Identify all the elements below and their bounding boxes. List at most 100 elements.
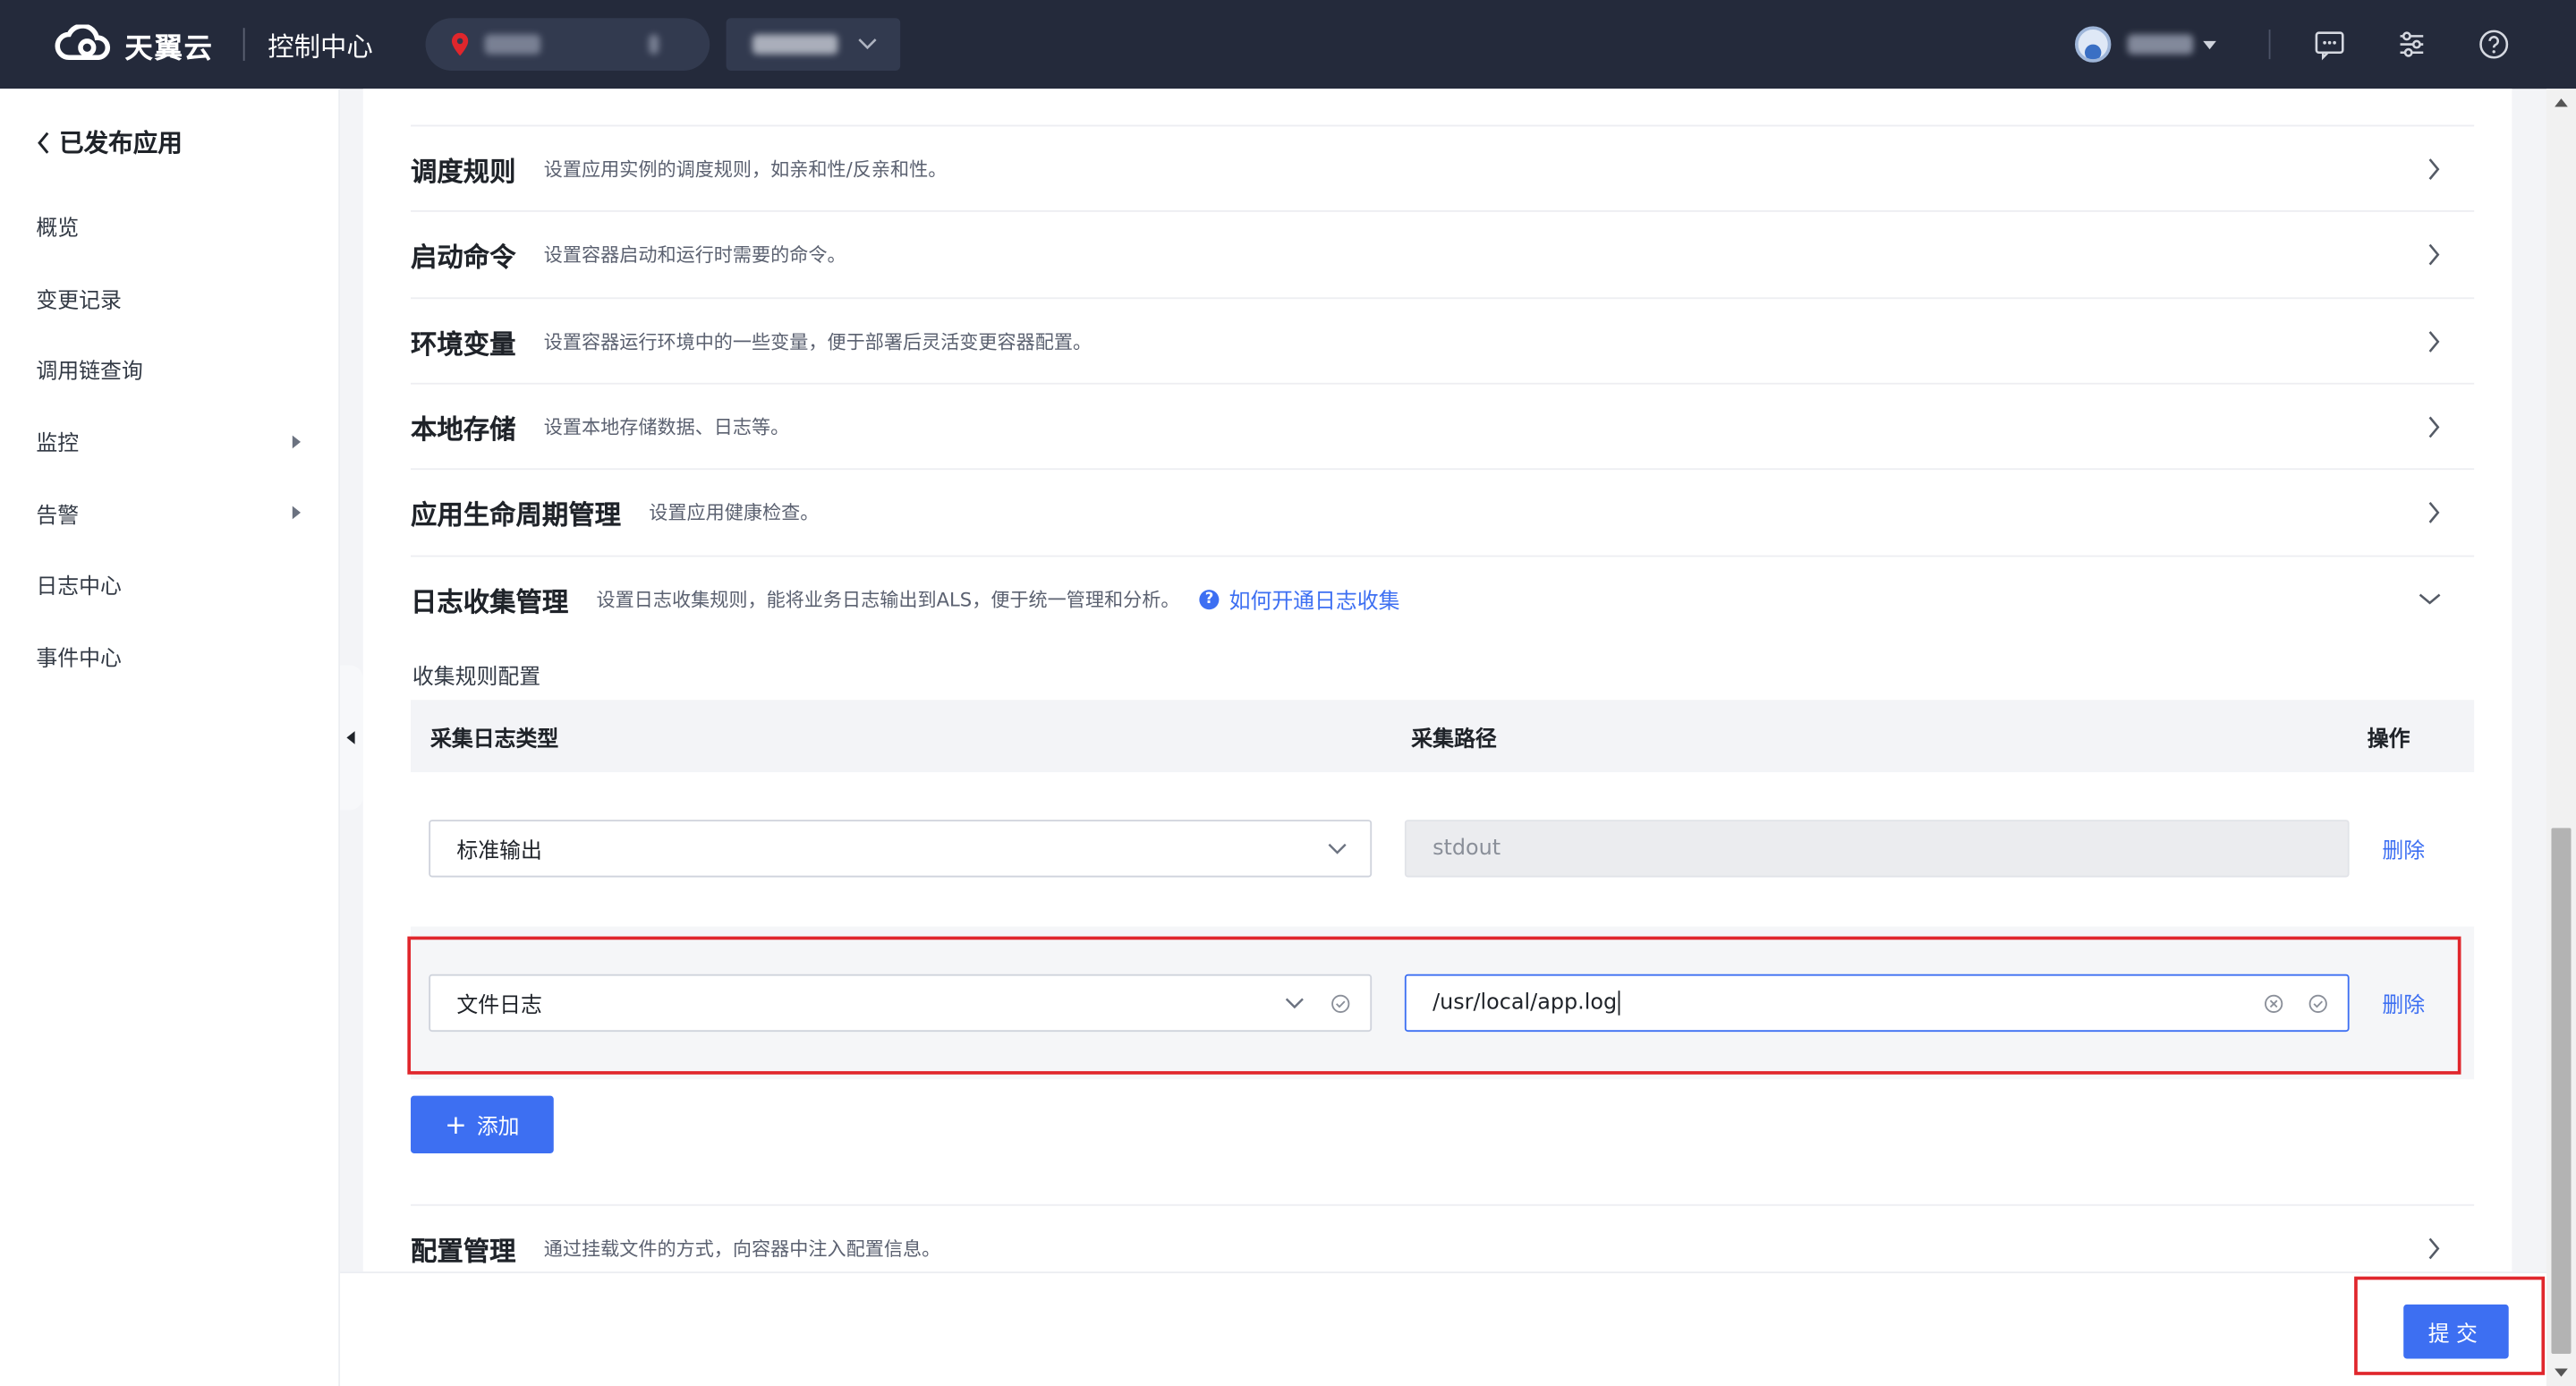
section-local-storage[interactable]: 本地存储 设置本地存储数据、日志等。 — [411, 382, 2475, 468]
section-description: 设置容器运行环境中的一些变量，便于部署后灵活变更容器配置。 — [543, 329, 1092, 353]
sidebar-collapse-toggle[interactable] — [340, 665, 363, 811]
section-title: 应用生命周期管理 — [411, 498, 622, 531]
back-label: 已发布应用 — [59, 128, 183, 158]
section-title: 调度规则 — [411, 155, 516, 187]
table-header: 采集日志类型 采集路径 操作 — [411, 700, 2475, 772]
chevron-down-icon — [1328, 842, 1347, 854]
path-value: stdout — [1433, 836, 1501, 862]
back-button[interactable]: 已发布应用 — [36, 125, 183, 160]
table-row: 标准输出 stdout 删除 — [411, 771, 2475, 925]
location-pin-icon — [451, 32, 469, 56]
section-description: 设置日志收集规则，能将业务日志输出到ALS，便于统一管理和分析。 — [596, 587, 1180, 611]
select-value: 标准输出 — [456, 839, 542, 864]
sidebar-item-label: 概览 — [36, 217, 80, 242]
chevron-right-icon[interactable] — [2427, 157, 2442, 180]
select-value: 文件日志 — [456, 993, 542, 1019]
brand[interactable]: 天翼云 — [53, 24, 214, 65]
footer-bar: 提交 — [340, 1271, 2546, 1386]
scrollbar-thumb[interactable] — [2551, 828, 2572, 1354]
sidebar-item-alerts[interactable]: 告警 — [0, 477, 340, 548]
project-name-redacted — [752, 34, 838, 55]
section-log-collection[interactable]: 日志收集管理 设置日志收集规则，能将业务日志输出到ALS，便于统一管理和分析。 … — [411, 555, 2475, 641]
console-title[interactable]: 控制中心 — [268, 25, 373, 64]
chevron-right-icon[interactable] — [2427, 1237, 2442, 1260]
section-scheduling-rules[interactable]: 调度规则 设置应用实例的调度规则，如亲和性/反亲和性。 — [411, 124, 2475, 210]
column-header-operation: 操作 — [2367, 727, 2410, 753]
region-extra-redacted — [649, 34, 659, 55]
log-type-select[interactable]: 标准输出 — [429, 820, 1373, 878]
section-description: 通过挂载文件的方式，向容器中注入配置信息。 — [543, 1236, 941, 1260]
user-menu-caret-icon[interactable] — [2203, 39, 2216, 49]
divider — [242, 28, 245, 61]
section-description: 设置本地存储数据、日志等。 — [543, 414, 790, 438]
section-environment-variables[interactable]: 环境变量 设置容器运行环境中的一些变量，便于部署后灵活变更容器配置。 — [411, 297, 2475, 382]
check-circle-icon — [1331, 993, 1350, 1013]
section-description: 设置容器启动和运行时需要的命令。 — [543, 242, 846, 266]
sidebar-item-label: 变更记录 — [36, 288, 122, 314]
chevron-left-icon — [38, 131, 49, 153]
sidebar-item-label: 日志中心 — [36, 575, 122, 600]
scroll-up-arrow-icon[interactable] — [2555, 98, 2568, 107]
add-button-label: 添加 — [476, 1115, 520, 1141]
section-description: 设置应用实例的调度规则，如亲和性/反亲和性。 — [543, 157, 948, 181]
add-rule-button[interactable]: + 添加 — [411, 1095, 554, 1153]
sidebar-item-label: 事件中心 — [36, 647, 122, 672]
chevron-right-icon[interactable] — [2427, 500, 2442, 523]
brand-name: 天翼云 — [124, 31, 214, 65]
sidebar-item-overview[interactable]: 概览 — [0, 191, 340, 262]
sidebar-item-event-center[interactable]: 事件中心 — [0, 620, 340, 692]
question-circle-icon: ? — [1199, 589, 1220, 609]
sidebar-item-label: 告警 — [36, 504, 80, 529]
settings-sliders-icon[interactable] — [2395, 28, 2428, 61]
check-circle-icon — [2308, 993, 2327, 1013]
sidebar-nav: 概览 变更记录 调用链查询 监控 告警 日志中心 事件中心 — [0, 191, 340, 692]
collection-rules-subheading: 收集规则配置 — [412, 665, 541, 691]
collection-rules-table: 采集日志类型 采集路径 操作 标准输出 stdout 删除 文件日志 /usr/… — [411, 700, 2475, 1080]
plus-icon: + — [445, 1108, 467, 1140]
caret-left-icon — [345, 731, 354, 744]
message-icon[interactable] — [2313, 28, 2346, 61]
username-redacted[interactable] — [2127, 34, 2194, 55]
sidebar-item-monitoring[interactable]: 监控 — [0, 405, 340, 477]
region-selector[interactable] — [425, 18, 710, 71]
chevron-down-icon[interactable] — [2419, 591, 2442, 607]
delete-rule-button[interactable]: 删除 — [2382, 987, 2425, 1019]
chevron-right-icon[interactable] — [2427, 329, 2442, 353]
sidebar-item-label: 监控 — [36, 432, 80, 457]
log-path-input[interactable]: /usr/local/app.log — [1404, 974, 2350, 1033]
column-header-path: 采集路径 — [1411, 727, 1497, 753]
sidebar: 已发布应用 概览 变更记录 调用链查询 监控 告警 日志中心 事件中心 — [0, 89, 341, 1386]
sidebar-item-trace-query[interactable]: 调用链查询 — [0, 334, 340, 405]
divider — [2268, 30, 2271, 60]
path-value: /usr/local/app.log — [1433, 991, 1618, 1016]
chevron-right-icon[interactable] — [2427, 415, 2442, 438]
avatar[interactable] — [2074, 26, 2112, 63]
section-description: 设置应用健康检查。 — [649, 500, 820, 523]
chevron-down-icon — [1285, 997, 1304, 1008]
sidebar-item-label: 调用链查询 — [36, 360, 143, 386]
delete-rule-button[interactable]: 删除 — [2382, 833, 2425, 864]
section-title: 环境变量 — [411, 327, 516, 360]
project-selector[interactable] — [726, 18, 901, 71]
scrollbar[interactable] — [2546, 89, 2576, 1386]
chevron-right-icon[interactable] — [2427, 242, 2442, 266]
section-startup-command[interactable]: 启动命令 设置容器启动和运行时需要的命令。 — [411, 210, 2475, 295]
scroll-down-arrow-icon[interactable] — [2555, 1368, 2568, 1377]
cloud-logo-icon — [55, 24, 111, 61]
sidebar-item-log-center[interactable]: 日志中心 — [0, 548, 340, 620]
help-link-label: 如何开通日志收集 — [1228, 590, 1400, 615]
section-lifecycle-management[interactable]: 应用生命周期管理 设置应用健康检查。 — [411, 468, 2475, 553]
region-name-redacted — [484, 34, 541, 55]
submit-button[interactable]: 提交 — [2403, 1304, 2509, 1359]
section-title: 日志收集管理 — [411, 585, 569, 617]
section-title: 本地存储 — [411, 412, 516, 445]
log-collection-help-link[interactable]: ? 如何开通日志收集 — [1199, 583, 1400, 615]
clear-circle-icon[interactable] — [2264, 993, 2283, 1013]
sidebar-item-change-records[interactable]: 变更记录 — [0, 262, 340, 334]
text-cursor — [1618, 991, 1620, 1016]
caret-right-icon — [292, 506, 302, 520]
column-header-log-type: 采集日志类型 — [430, 727, 559, 753]
log-type-select[interactable]: 文件日志 — [429, 974, 1373, 1033]
table-row: 文件日志 /usr/local/app.log 删除 — [411, 926, 2475, 1080]
help-icon[interactable] — [2478, 28, 2511, 61]
